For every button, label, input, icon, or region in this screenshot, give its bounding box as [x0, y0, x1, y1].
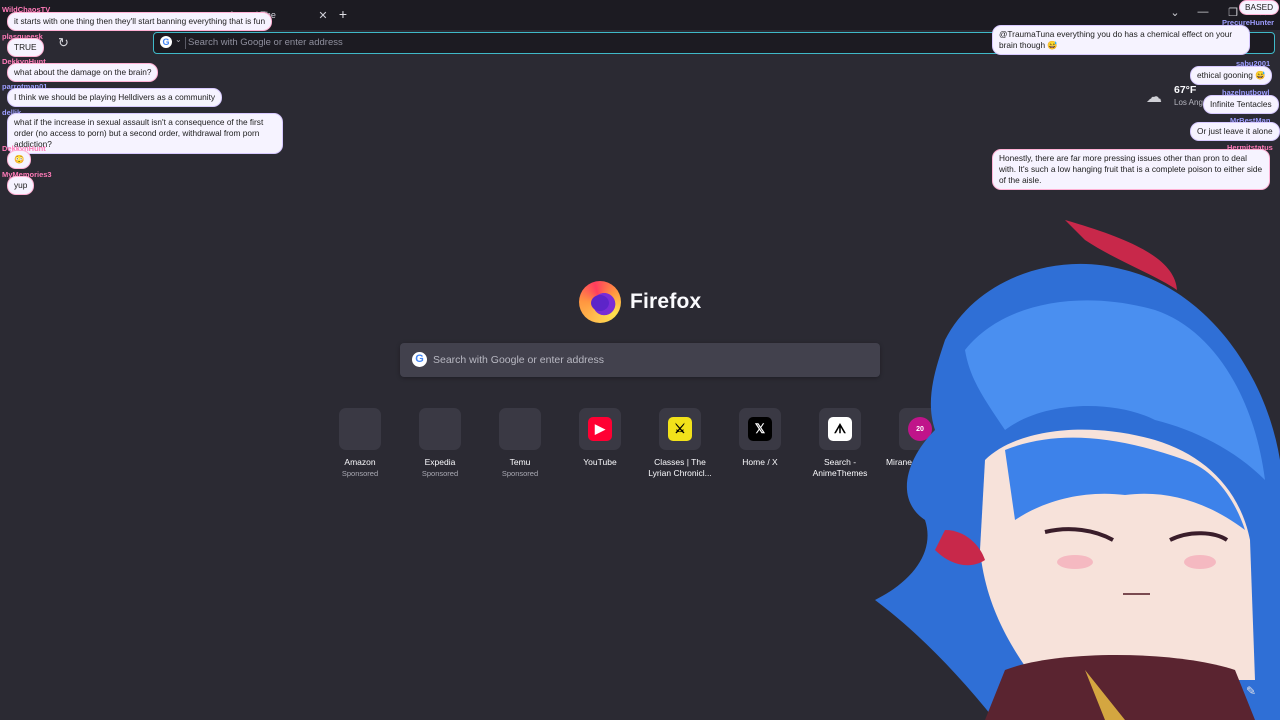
tab-close-icon[interactable]: ✕	[316, 9, 330, 22]
vtuber-avatar	[875, 220, 1280, 720]
chat-message: BASED	[1239, 0, 1280, 15]
minimize-button[interactable]: —	[1196, 6, 1210, 18]
firefox-logo-icon	[579, 281, 621, 323]
list-all-tabs-icon[interactable]: ⌄	[1168, 6, 1182, 19]
chat-message: 😳	[7, 150, 32, 169]
shortcut-label: Temu	[509, 457, 531, 467]
google-icon: G	[412, 352, 427, 367]
shortcut-icon-frame[interactable]: ⚔	[659, 408, 701, 450]
shortcut-tile[interactable]: 𝕏 Home / X	[720, 408, 800, 478]
partly-cloudy-icon: ☁	[1146, 89, 1162, 106]
shortcut-label: Amazon	[344, 457, 376, 467]
google-icon[interactable]: G	[160, 36, 172, 48]
shortcut-icon-frame[interactable]: ▶	[579, 408, 621, 450]
chat-message: what if the increase in sexual assault i…	[7, 113, 283, 154]
shortcut-label: Home / X	[742, 457, 778, 467]
sponsored-label: Sponsored	[341, 468, 379, 478]
url-bar-divider	[185, 37, 186, 49]
shortcut-label: YouTube	[583, 457, 617, 467]
shortcut-tile[interactable]: Amazon Sponsored	[320, 408, 400, 478]
lyrian-icon: ⚔	[668, 417, 692, 441]
shortcut-tile[interactable]: Expedia Sponsored	[400, 408, 480, 478]
newtab-search-box[interactable]: G	[400, 343, 880, 377]
chat-message: what about the damage on the brain?	[7, 63, 159, 82]
shortcut-icon-frame[interactable]	[419, 408, 461, 450]
pencil-icon[interactable]: ✎	[1243, 684, 1259, 700]
shortcut-icon-frame[interactable]	[499, 408, 541, 450]
chat-message: ethical gooning 😅	[1190, 66, 1273, 85]
shortcut-icon-frame[interactable]	[339, 408, 381, 450]
chat-message: I think we should be playing Helldivers …	[7, 88, 223, 107]
youtube-icon: ▶	[588, 417, 612, 441]
shortcut-tile[interactable]: Temu Sponsored	[480, 408, 560, 478]
chevron-down-icon[interactable]: ⌄	[175, 35, 182, 44]
chat-message: Or just leave it alone	[1190, 122, 1280, 141]
sponsored-label: Sponsored	[421, 468, 459, 478]
shortcut-label: Expedia	[424, 457, 456, 467]
sponsored-label: Sponsored	[501, 468, 539, 478]
x-icon: 𝕏	[748, 417, 772, 441]
reload-icon[interactable]: ↻	[58, 35, 69, 51]
chat-message: Honestly, there are far more pressing is…	[992, 149, 1270, 190]
weather-location[interactable]: Los Ang	[1174, 98, 1203, 107]
firefox-wordmark: Firefox	[630, 290, 702, 313]
shortcut-icon-frame[interactable]: 𝕏	[739, 408, 781, 450]
url-input[interactable]	[188, 34, 988, 51]
animethemes-icon: ᗑ	[828, 417, 852, 441]
chat-message: TRUE	[7, 38, 44, 57]
chat-message: @TraumaTuna everything you do has a chem…	[992, 25, 1250, 55]
new-tab-button[interactable]: +	[336, 6, 350, 22]
chat-message: it starts with one thing then they'll st…	[7, 12, 273, 31]
shortcut-tile[interactable]: ▶ YouTube	[560, 408, 640, 478]
weather-temperature[interactable]: 67°F	[1174, 84, 1196, 96]
newtab-search-input[interactable]	[433, 351, 853, 369]
chat-message: yup	[7, 176, 35, 195]
chat-message: Infinite Tentacles	[1203, 95, 1279, 114]
firefox-brand: Firefox	[579, 281, 701, 323]
shortcut-tile[interactable]: ⚔ Classes | The Lyrian Chronicl...	[640, 408, 720, 478]
shortcut-label: Classes | The Lyrian Chronicl...	[648, 457, 712, 478]
